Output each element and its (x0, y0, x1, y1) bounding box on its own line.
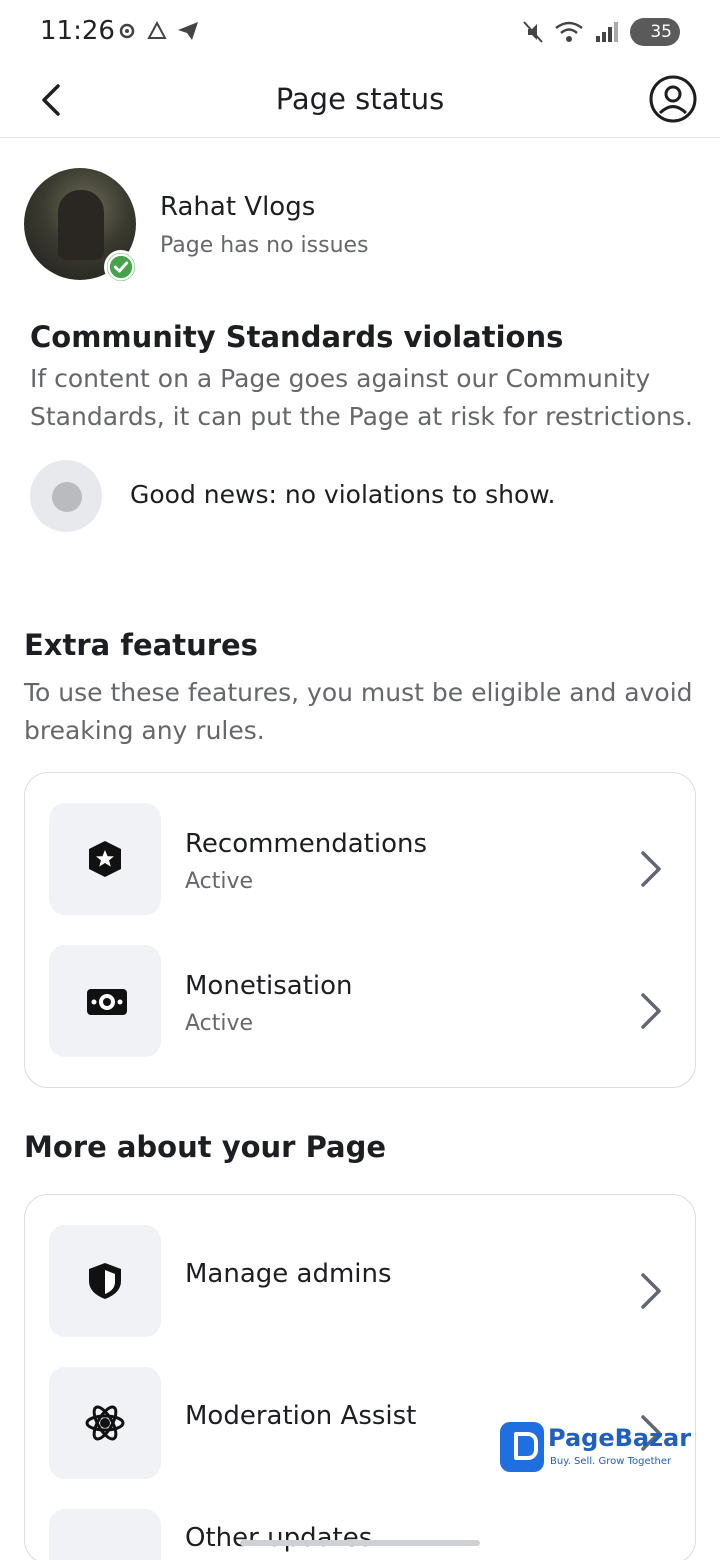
user-circle-icon[interactable] (648, 74, 698, 124)
battery-indicator: 35 (630, 18, 680, 46)
alert-icon (147, 20, 167, 39)
pagebazar-brand: PageBazar (548, 1424, 692, 1452)
battery-level: 35 (650, 22, 672, 42)
home-indicator[interactable] (240, 1540, 480, 1546)
chevron-right-icon[interactable] (639, 1271, 663, 1311)
page-status-text: Page has no issues (160, 233, 369, 258)
pagebazar-tagline: Buy. Sell. Grow Together (550, 1456, 672, 1467)
update-icon (49, 1509, 161, 1560)
monetisation-status: Active (185, 1011, 254, 1036)
more-about-card: Manage admins Moderation Assist Other up… (24, 1194, 696, 1560)
recommendations-row[interactable]: Recommendations Active (25, 783, 695, 915)
atom-star-icon (49, 1367, 161, 1479)
pagebazar-logo: PageBazar Buy. Sell. Grow Together (500, 1420, 692, 1476)
good-news-text: Good news: no violations to show. (130, 480, 556, 509)
manage-admins-row[interactable]: Manage admins (25, 1205, 695, 1337)
gear-icon (119, 23, 135, 39)
extra-features-title: Extra features (24, 628, 258, 662)
community-standards-description: If content on a Page goes against our Co… (30, 364, 693, 431)
signal-icon (596, 22, 618, 42)
monetisation-row[interactable]: Monetisation Active (25, 925, 695, 1057)
check-circle-icon (30, 460, 102, 532)
extra-features-card: Recommendations Active Monetisation Acti… (24, 772, 696, 1088)
badge-star-icon (49, 803, 161, 915)
more-about-title: More about your Page (24, 1130, 387, 1164)
avatar-figure (58, 190, 104, 260)
mute-icon (523, 21, 543, 43)
other-updates-row[interactable]: Other updates (25, 1489, 695, 1560)
chevron-right-icon[interactable] (639, 849, 663, 889)
status-left-icons (116, 20, 200, 42)
status-right: 35 (522, 18, 680, 46)
monetisation-label: Monetisation (185, 971, 353, 1001)
app-header: Page status (0, 64, 720, 138)
other-updates-label: Other updates (185, 1523, 373, 1553)
recommendations-status: Active (185, 869, 254, 894)
recommendations-label: Recommendations (185, 829, 428, 859)
money-icon (49, 945, 161, 1057)
manage-admins-label: Manage admins (185, 1259, 392, 1289)
moderation-assist-label: Moderation Assist (185, 1401, 417, 1431)
shield-icon (49, 1225, 161, 1337)
page-title: Page status (275, 82, 445, 116)
checkmark-icon (104, 250, 138, 284)
status-bar: 11:26 35 (0, 0, 720, 64)
page-name[interactable]: Rahat Vlogs (160, 192, 315, 222)
community-standards-title: Community Standards violations (30, 320, 564, 354)
extra-features-description: To use these features, you must be eligi… (24, 678, 693, 745)
pagebazar-mark-icon (500, 1422, 544, 1472)
wifi-icon (555, 21, 583, 42)
status-time: 11:26 (40, 16, 115, 46)
chevron-right-icon[interactable] (639, 991, 663, 1031)
send-icon (178, 22, 198, 40)
